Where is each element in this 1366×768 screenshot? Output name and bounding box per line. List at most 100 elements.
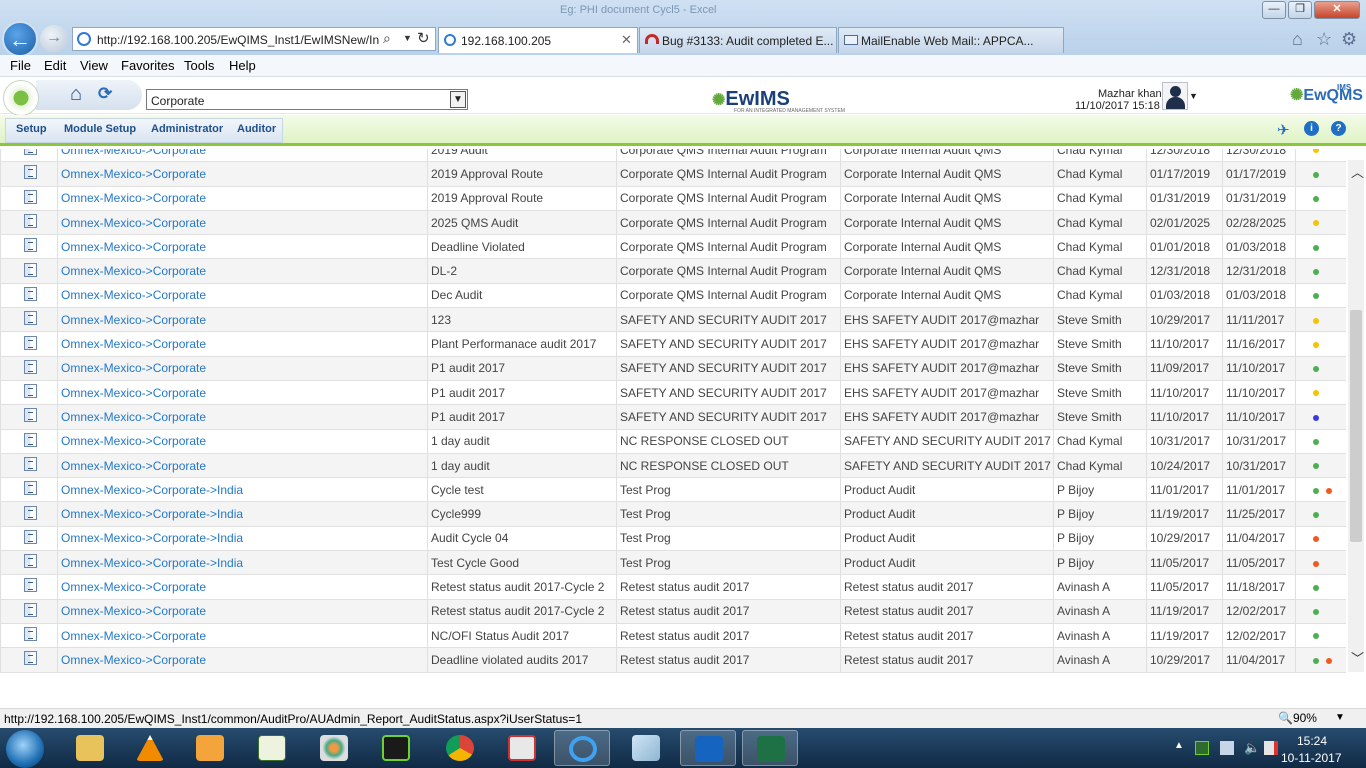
org-link[interactable]: Omnex-Mexico->Corporate->India	[57, 525, 428, 552]
close-tab-icon[interactable]: ✕	[621, 32, 632, 48]
document-icon[interactable]	[24, 602, 37, 617]
org-link[interactable]: Omnex-Mexico->Corporate->India	[57, 477, 428, 503]
vertical-scrollbar[interactable]	[1348, 160, 1364, 672]
home-icon[interactable]: ⌂	[70, 83, 82, 106]
org-link[interactable]: Omnex-Mexico->Corporate	[57, 622, 428, 649]
snipping-tool-icon[interactable]	[494, 730, 550, 766]
table-row[interactable]: Omnex-Mexico->Corporate Dec Audit Corporat…	[0, 282, 1346, 309]
browser-tab[interactable]: Bug #3133: Audit completed E...	[639, 27, 837, 53]
table-row[interactable]: Omnex-Mexico->Corporate Plant Performanac…	[0, 331, 1346, 357]
table-row[interactable]: Omnex-Mexico->Corporate->India Audit Cycl…	[0, 525, 1346, 552]
menu-tools[interactable]: Tools	[184, 58, 214, 73]
table-row[interactable]: Omnex-Mexico->Corporate DL-2 Corporate QMS…	[0, 258, 1346, 284]
forward-button[interactable]: →	[40, 25, 68, 53]
vlc-icon[interactable]	[122, 730, 178, 766]
org-link[interactable]: Omnex-Mexico->Corporate	[57, 404, 428, 430]
org-link[interactable]: Omnex-Mexico->Corporate	[57, 209, 428, 236]
toolbar-setup[interactable]: Setup	[16, 123, 47, 135]
org-link[interactable]: Omnex-Mexico->Corporate	[57, 428, 428, 454]
refresh-icon[interactable]: ↻	[417, 29, 430, 47]
document-icon[interactable]	[24, 651, 37, 666]
app-logo[interactable]	[3, 80, 39, 116]
document-icon[interactable]	[24, 311, 37, 326]
table-row[interactable]: Omnex-Mexico->Corporate Retest status aud…	[0, 598, 1346, 624]
org-link[interactable]	[57, 671, 428, 673]
file-explorer-icon[interactable]	[62, 730, 118, 766]
zoom-level[interactable]: 🔍90%	[1278, 711, 1317, 725]
menu-favorites[interactable]: Favorites	[121, 58, 174, 73]
org-link[interactable]: Omnex-Mexico->Corporate	[57, 647, 428, 673]
table-row[interactable]: Omnex-Mexico->Corporate 2019 Approval Rou…	[0, 185, 1346, 211]
document-icon[interactable]	[24, 335, 37, 350]
org-link[interactable]: Omnex-Mexico->Corporate	[57, 161, 428, 187]
toolbar-auditor[interactable]: Auditor	[237, 123, 276, 135]
menu-edit[interactable]: Edit	[44, 58, 66, 73]
table-row[interactable]: Omnex-Mexico->Corporate->India Test Cycle…	[0, 550, 1346, 576]
table-row[interactable]: Omnex-Mexico->Corporate 2025 QMS Audit Cor…	[0, 209, 1346, 236]
browser-tab-active[interactable]: 192.168.100.205 ✕	[438, 27, 638, 53]
favorites-star-icon[interactable]: ☆	[1316, 29, 1332, 50]
document-icon[interactable]	[24, 359, 37, 374]
document-icon[interactable]	[24, 149, 37, 156]
refresh-icon[interactable]: ⟳	[98, 84, 112, 104]
search-icon[interactable]: ⌕	[383, 30, 391, 47]
tray-expand-icon[interactable]: ▲	[1174, 740, 1184, 751]
document-icon[interactable]	[24, 481, 37, 496]
document-icon[interactable]	[24, 457, 37, 471]
document-icon[interactable]	[24, 432, 37, 447]
org-link[interactable]: Omnex-Mexico->Corporate	[57, 258, 428, 284]
user-menu-caret-icon[interactable]: ▼	[1189, 91, 1198, 101]
org-link[interactable]: Omnex-Mexico->Corporate	[57, 282, 428, 309]
document-icon[interactable]	[24, 262, 37, 277]
document-icon[interactable]	[24, 165, 37, 180]
excel-icon[interactable]	[742, 730, 798, 766]
maximize-button[interactable]: ❐	[1288, 1, 1312, 19]
table-row[interactable]: Omnex-Mexico->Corporate->India Cycle test…	[0, 477, 1346, 503]
org-link[interactable]: Omnex-Mexico->Corporate	[57, 307, 428, 333]
org-link[interactable]: Omnex-Mexico->Corporate	[57, 331, 428, 357]
org-link[interactable]: Omnex-Mexico->Corporate	[57, 355, 428, 381]
start-button[interactable]	[6, 730, 44, 768]
media-player-icon[interactable]	[182, 730, 238, 766]
organization-select[interactable]: Corporate ▼	[146, 89, 468, 110]
toolbar-module-setup[interactable]: Module Setup	[64, 123, 136, 135]
document-icon[interactable]	[24, 627, 37, 642]
scroll-down-icon[interactable]: ﹀	[1351, 648, 1364, 667]
outlook-icon[interactable]	[680, 730, 736, 766]
avatar[interactable]	[1162, 82, 1188, 110]
table-row[interactable]: Omnex-Mexico->Corporate Retest status aud…	[0, 574, 1346, 600]
browser-tab[interactable]: MailEnable Web Mail:: APPCA...	[838, 27, 1064, 53]
chrome-icon[interactable]	[432, 730, 488, 766]
org-link[interactable]: Omnex-Mexico->Corporate->India	[57, 501, 428, 527]
chevron-down-icon[interactable]: ▼	[403, 33, 412, 43]
action-center-icon[interactable]	[1264, 741, 1278, 755]
org-link[interactable]: Omnex-Mexico->Corporate	[57, 574, 428, 600]
table-row[interactable]: Omnex-Mexico->Corporate Deadline violated…	[0, 647, 1346, 673]
document-icon[interactable]	[24, 214, 37, 229]
menu-help[interactable]: Help	[229, 58, 256, 73]
table-row[interactable]: Omnex-Mexico->Corporate NC/OFI Status Aud…	[0, 622, 1346, 649]
document-icon[interactable]	[24, 286, 37, 301]
help-icon[interactable]: ?	[1331, 121, 1346, 136]
document-icon[interactable]	[24, 554, 37, 569]
table-row[interactable]	[0, 671, 1346, 673]
org-link[interactable]: Omnex-Mexico->Corporate	[57, 452, 428, 479]
toolbar-administrator[interactable]: Administrator	[151, 123, 223, 135]
table-row[interactable]: Omnex-Mexico->Corporate->India Cycle999 Te…	[0, 501, 1346, 527]
document-icon[interactable]	[24, 408, 37, 423]
table-row[interactable]: Omnex-Mexico->Corporate Deadline Violated…	[0, 234, 1346, 260]
document-icon[interactable]	[24, 384, 37, 399]
address-bar[interactable]: http://192.168.100.205/EwQIMS_Inst1/EwIM…	[72, 27, 436, 51]
table-row[interactable]: Omnex-Mexico->Corporate 2019 Audit Corpora…	[0, 149, 1346, 163]
info-icon[interactable]: i	[1304, 121, 1319, 136]
table-row[interactable]: Omnex-Mexico->Corporate 1 day audit NC RES…	[0, 428, 1346, 454]
document-icon[interactable]	[24, 578, 37, 593]
org-link[interactable]: Omnex-Mexico->Corporate	[57, 234, 428, 260]
document-icon[interactable]	[24, 529, 37, 544]
table-row[interactable]: Omnex-Mexico->Corporate P1 audit 2017 SAFE…	[0, 379, 1346, 406]
chevron-down-icon[interactable]: ▼	[450, 91, 466, 108]
address-text[interactable]: http://192.168.100.205/EwQIMS_Inst1/EwIM…	[97, 33, 379, 47]
volume-icon[interactable]: 🔈	[1244, 741, 1260, 755]
zoom-caret-icon[interactable]: ▼	[1335, 712, 1345, 723]
org-link[interactable]: Omnex-Mexico->Corporate	[57, 379, 428, 406]
